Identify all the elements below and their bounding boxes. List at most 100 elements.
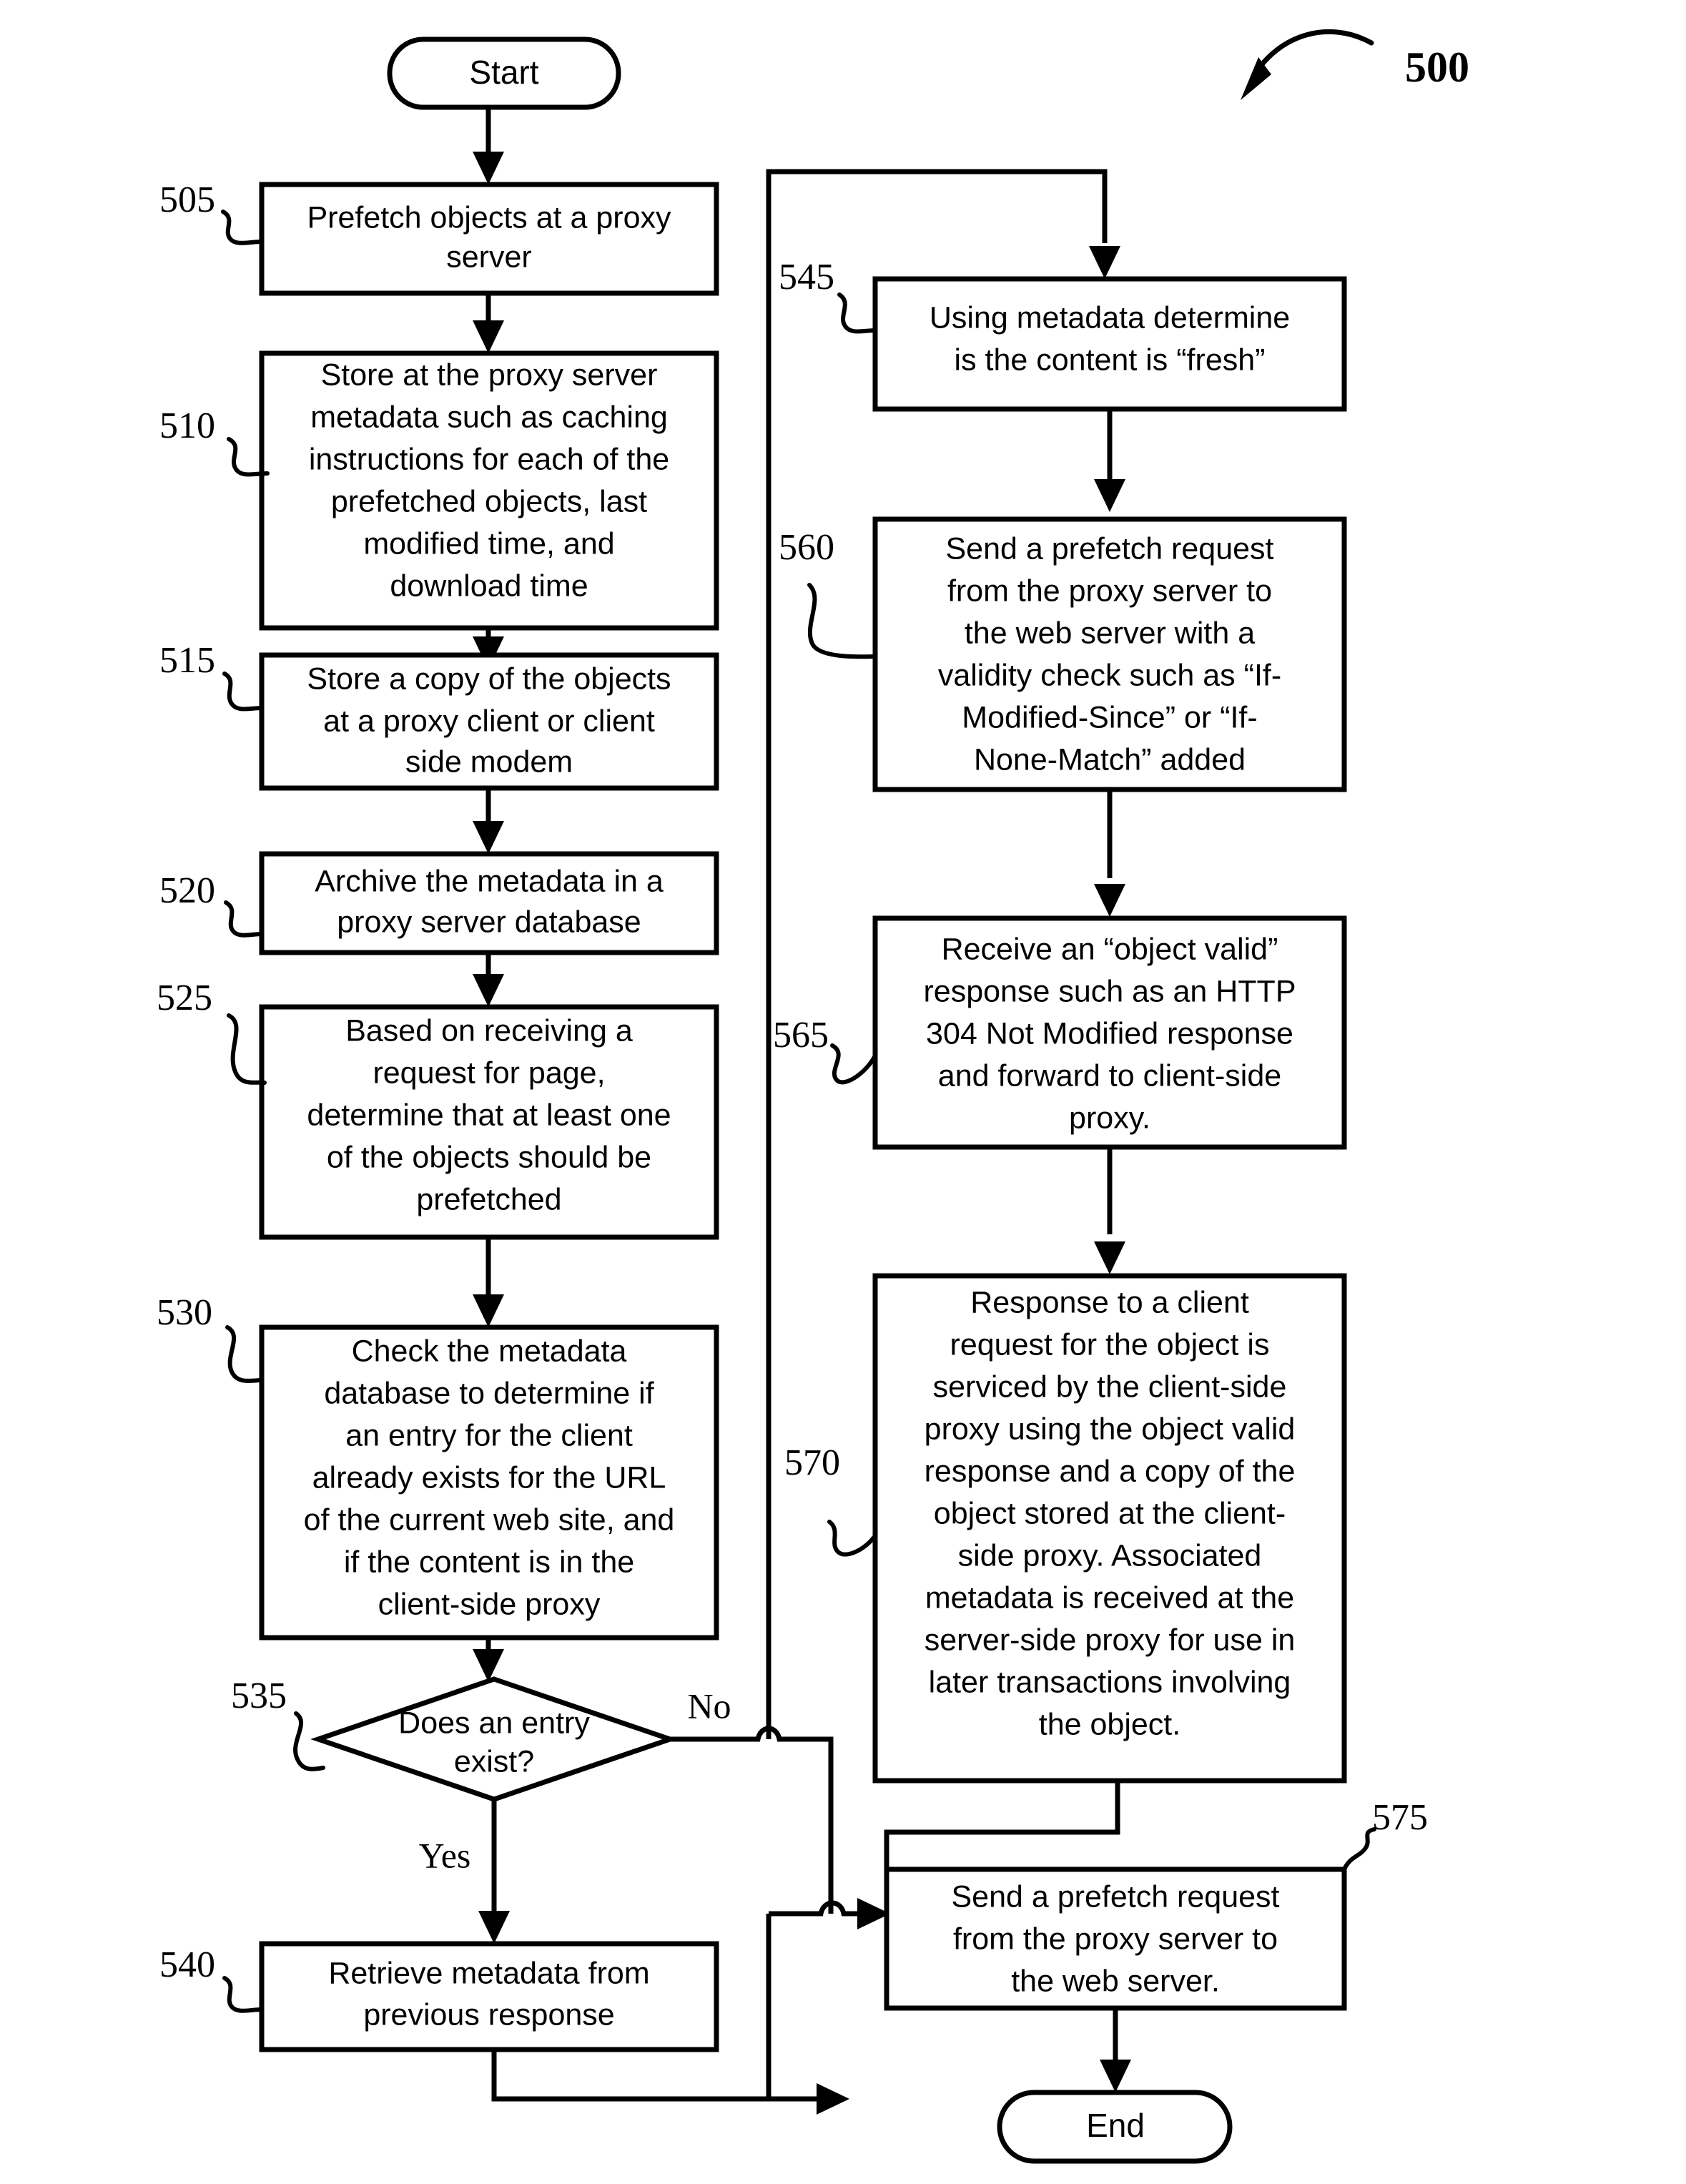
- box-570-line-2: serviced by the client-side: [933, 1369, 1287, 1404]
- box-540-line-0: Retrieve metadata from: [328, 1956, 649, 1990]
- node-540: Retrieve metadata from previous response: [259, 1941, 719, 2052]
- box-525-line-1: request for page,: [373, 1056, 605, 1090]
- leader-line-540: [222, 1976, 264, 2013]
- arrowhead-575-to-end: [1100, 2060, 1131, 2092]
- box-525-line-4: prefetched: [416, 1182, 561, 1216]
- box-565-line-1: response such as an HTTP: [923, 974, 1296, 1008]
- box-525-line-2: determine that at least one: [307, 1098, 671, 1132]
- leader-line-530: [225, 1325, 264, 1383]
- decision-535-line-0: Does an entry: [398, 1706, 590, 1740]
- box-520-line-0: Archive the metadata in a: [315, 864, 664, 898]
- branch-label-yes: Yes: [419, 1835, 471, 1875]
- node-545: Using metadata determine is the content …: [872, 276, 1347, 412]
- box-530-line-4: of the current web site, and: [304, 1502, 675, 1537]
- box-530-line-3: already exists for the URL: [312, 1460, 666, 1495]
- ref-num-530: 530: [157, 1292, 212, 1333]
- box-565-line-3: and forward to client-side: [938, 1058, 1281, 1093]
- box-515-line-1: at a proxy client or client: [323, 704, 655, 738]
- ref-num-520: 520: [159, 870, 215, 911]
- box-515-line-2: side modem: [405, 744, 573, 779]
- arrowhead-545-to-560: [1094, 479, 1125, 512]
- box-560-line-1: from the proxy server to: [947, 574, 1272, 608]
- arrowhead-525-to-530: [473, 1294, 504, 1327]
- node-575: Send a prefetch request from the proxy s…: [884, 1866, 1347, 2011]
- arrowhead-rail-to-545: [1089, 246, 1120, 279]
- box-570-line-1: request for the object is: [950, 1327, 1270, 1362]
- box-510-line-0: Store at the proxy server: [321, 358, 658, 392]
- box-570-line-4: response and a copy of the: [925, 1454, 1296, 1488]
- box-515-line-0: Store a copy of the objects: [307, 661, 671, 696]
- leader-line-560: [807, 583, 877, 659]
- box-570-line-0: Response to a client: [970, 1285, 1249, 1319]
- node-525: Based on receiving a request for page, d…: [259, 1004, 719, 1240]
- flowchart-diagram: Start Prefetch objects at a proxy server…: [157, 29, 1469, 2164]
- node-start: Start: [387, 36, 621, 110]
- leader-line-520: [224, 900, 264, 938]
- node-565: Receive an “object valid” response such …: [872, 915, 1347, 1150]
- box-510-line-4: modified time, and: [363, 526, 614, 561]
- box-510-line-3: prefetched objects, last: [331, 484, 647, 518]
- box-540-line-1: previous response: [363, 1997, 614, 2032]
- box-530-line-2: an entry for the client: [345, 1418, 633, 1452]
- ref-num-505: 505: [159, 179, 215, 220]
- box-505-line-1: server: [446, 240, 531, 274]
- node-535-decision: Does an entry exist?: [310, 1676, 678, 1802]
- leader-line-505: [221, 210, 264, 245]
- figure-number-label: 500: [1405, 44, 1469, 91]
- node-520: Archive the metadata in a proxy server d…: [259, 851, 719, 955]
- figure-callout-curve: [1250, 29, 1374, 80]
- box-575-line-2: the web server.: [1011, 1964, 1220, 1998]
- box-560-line-2: the web server with a: [965, 616, 1255, 650]
- connector-540-to-end-rail: [491, 2050, 831, 2102]
- leader-line-515: [222, 672, 264, 712]
- box-560-line-4: Modified-Since” or “If-: [962, 700, 1257, 734]
- ref-num-545: 545: [779, 257, 834, 297]
- box-560-line-0: Send a prefetch request: [946, 531, 1274, 566]
- figure-callout-arrowhead: [1241, 57, 1271, 100]
- connector-into-575-left: [769, 1900, 868, 1917]
- box-510-line-5: download time: [390, 569, 588, 603]
- box-570-line-7: metadata is received at the: [925, 1580, 1294, 1615]
- box-570-line-3: proxy using the object valid: [925, 1412, 1296, 1446]
- node-515: Store a copy of the objects at a proxy c…: [259, 652, 719, 791]
- ref-num-575: 575: [1372, 1797, 1428, 1838]
- box-530-line-1: database to determine if: [324, 1376, 654, 1410]
- box-525-line-3: of the objects should be: [327, 1140, 651, 1174]
- node-530: Check the metadata database to determine…: [259, 1324, 719, 1641]
- ref-num-515: 515: [159, 640, 215, 681]
- leader-line-545: [837, 292, 877, 334]
- arrowhead-560-to-565: [1094, 884, 1125, 917]
- decision-535-line-1: exist?: [454, 1744, 534, 1779]
- leader-line-570: [827, 1520, 876, 1557]
- branch-label-no: No: [687, 1686, 731, 1726]
- box-545-line-1: is the content is “fresh”: [955, 343, 1266, 377]
- box-560-line-5: None-Match” added: [974, 742, 1246, 777]
- ref-num-565: 565: [773, 1015, 829, 1056]
- arrowhead-540-to-end: [817, 2083, 849, 2115]
- arrowhead-530-to-535: [473, 1649, 504, 1682]
- box-560-line-3: validity check such as “If-: [938, 658, 1281, 692]
- arrowhead-start-to-505: [473, 152, 504, 185]
- leader-line-565: [830, 1043, 877, 1085]
- box-510-line-1: metadata such as caching: [310, 400, 668, 434]
- box-570-line-6: side proxy. Associated: [958, 1538, 1262, 1573]
- box-565-line-2: 304 Not Modified response: [926, 1016, 1293, 1051]
- box-530-line-6: client-side proxy: [378, 1587, 601, 1621]
- connector-535-no-to-575: [670, 1726, 834, 1914]
- box-575-line-1: from the proxy server to: [953, 1922, 1278, 1956]
- box-570-line-10: the object.: [1039, 1707, 1180, 1741]
- box-530-line-0: Check the metadata: [352, 1334, 627, 1368]
- ref-num-540: 540: [159, 1944, 215, 1985]
- figure-number-callout: 500: [1241, 29, 1469, 100]
- box-570-line-5: object stored at the client-: [934, 1496, 1286, 1530]
- node-505: Prefetch objects at a proxy server: [259, 182, 719, 296]
- node-570: Response to a client request for the obj…: [872, 1273, 1347, 1784]
- box-525-line-0: Based on receiving a: [345, 1013, 633, 1048]
- ref-num-510: 510: [159, 405, 215, 446]
- arrowhead-520-to-525: [473, 974, 504, 1007]
- box-565-line-4: proxy.: [1069, 1101, 1150, 1135]
- arrowhead-505-to-510: [473, 320, 504, 353]
- ref-num-535: 535: [231, 1676, 287, 1716]
- leader-line-575: [1342, 1827, 1376, 1871]
- ref-num-525: 525: [157, 978, 212, 1018]
